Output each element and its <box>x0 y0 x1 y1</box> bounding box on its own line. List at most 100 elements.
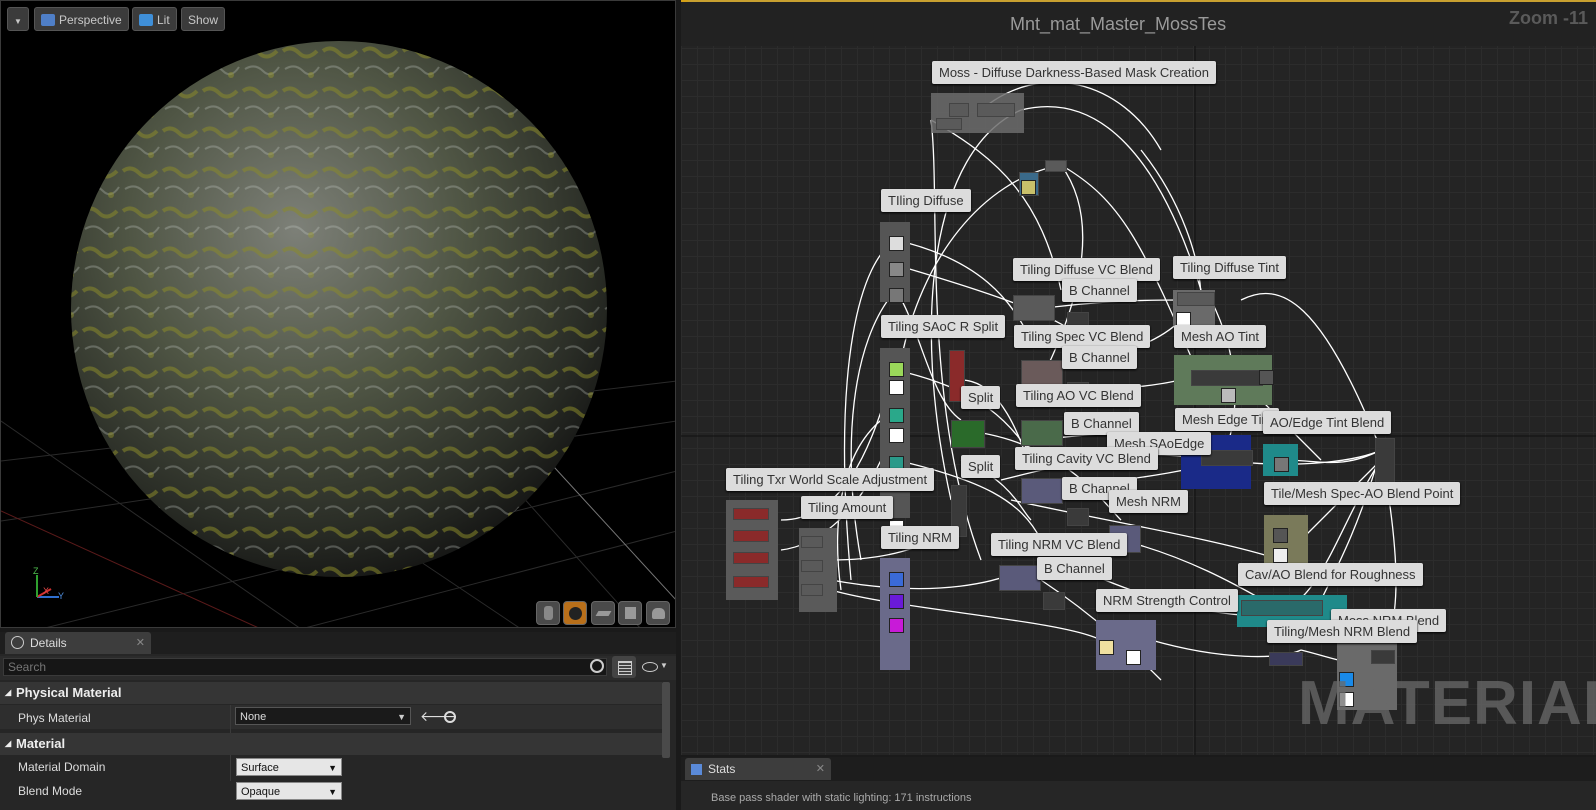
comment-tiling-nrm[interactable]: Tiling NRM <box>881 526 959 549</box>
lit-button[interactable]: Lit <box>132 7 177 31</box>
graph-node[interactable] <box>999 565 1041 591</box>
graph-node[interactable] <box>1371 650 1395 664</box>
graph-node[interactable] <box>1043 592 1065 610</box>
close-icon[interactable]: ✕ <box>136 632 145 654</box>
stats-panel: Stats ✕ Base pass shader with static lig… <box>681 757 1596 810</box>
chevron-down-icon: ▼ <box>14 17 22 26</box>
stats-body: Base pass shader with static lighting: 1… <box>681 781 1596 810</box>
graph-node[interactable] <box>733 576 769 588</box>
texture-thumbnail <box>1099 640 1114 655</box>
comment-tiling-diffuse[interactable]: TIling Diffuse <box>881 189 971 212</box>
graph-node[interactable] <box>1021 420 1063 446</box>
plane-preview-button[interactable] <box>591 601 615 625</box>
graph-node[interactable] <box>1021 360 1063 386</box>
comment-b-channel[interactable]: B Channel <box>1062 346 1137 369</box>
stats-icon <box>691 764 702 775</box>
graph-node[interactable] <box>801 584 823 596</box>
comment-tiling-cavity-vc-blend[interactable]: Tiling Cavity VC Blend <box>1015 447 1158 470</box>
comment-b-channel[interactable]: B Channel <box>1062 279 1137 302</box>
comment-tiling-spec-vc-blend[interactable]: Tiling Spec VC Blend <box>1014 325 1151 348</box>
comment-tiling-saoc-r-split[interactable]: Tiling SAoC R Split <box>881 315 1006 338</box>
cylinder-preview-button[interactable] <box>536 601 560 625</box>
comment-tiling-diffuse-tint[interactable]: Tiling Diffuse Tint <box>1173 256 1286 279</box>
details-search-input[interactable] <box>3 658 607 676</box>
comment-tiling-mesh-nrm-blend[interactable]: Tiling/Mesh NRM Blend <box>1267 620 1418 643</box>
graph-node[interactable] <box>1191 370 1263 386</box>
close-icon[interactable]: ✕ <box>816 758 825 780</box>
texture-thumbnail <box>1021 180 1036 195</box>
comment-mesh-ao-tint[interactable]: Mesh AO Tint <box>1174 325 1267 348</box>
graph-node[interactable] <box>1269 652 1303 666</box>
comment-b-channel[interactable]: B Channel <box>1037 557 1112 580</box>
teapot-icon <box>652 608 665 619</box>
browse-search-icon[interactable] <box>444 711 456 723</box>
graph-node[interactable] <box>1021 478 1063 504</box>
cube-preview-button[interactable] <box>618 601 642 625</box>
graph-node[interactable] <box>936 118 962 130</box>
phys-material-dropdown[interactable]: None ▼ <box>235 707 411 725</box>
axis-x-label: X <box>43 586 50 596</box>
view-options-button[interactable] <box>612 656 636 678</box>
comment-split[interactable]: Split <box>961 386 1001 409</box>
graph-node[interactable] <box>1067 508 1089 526</box>
lit-label: Lit <box>157 13 170 27</box>
comment-tiling-ao-vc-blend[interactable]: Tiling AO VC Blend <box>1016 384 1141 407</box>
show-label: Show <box>188 13 219 27</box>
stats-tab[interactable]: Stats ✕ <box>685 758 831 780</box>
blend-mode-dropdown[interactable]: Opaque ▼ <box>236 782 342 800</box>
comment-moss-mask[interactable]: Moss - Diffuse Darkness-Based Mask Creat… <box>932 61 1216 84</box>
graph-node[interactable] <box>1177 292 1215 306</box>
details-icon <box>11 636 24 649</box>
graph-node[interactable] <box>801 536 823 548</box>
texture-thumbnail <box>1126 650 1141 665</box>
comment-tiling-diffuse-vc-blend[interactable]: Tiling Diffuse VC Blend <box>1013 258 1160 281</box>
comment-split[interactable]: Split <box>961 455 1001 478</box>
material-domain-dropdown[interactable]: Surface ▼ <box>236 758 342 776</box>
graph-node[interactable] <box>1013 295 1055 321</box>
graph-node[interactable] <box>733 552 769 564</box>
graph-node[interactable] <box>949 103 969 117</box>
texture-thumbnail <box>889 362 904 377</box>
collapse-arrow-icon: ◢ <box>5 688 12 697</box>
preview-scene <box>1 41 675 627</box>
section-material[interactable]: ◢ Material <box>0 733 662 755</box>
graph-node[interactable] <box>1241 600 1323 616</box>
comment-cav-ao-blend-roughness[interactable]: Cav/AO Blend for Roughness <box>1238 563 1423 586</box>
material-preview-viewport[interactable]: Z X Y ▼ Perspective Lit Show <box>0 0 676 628</box>
details-tab[interactable]: Details ✕ <box>5 632 151 654</box>
comment-tiling-nrm-vc-blend[interactable]: Tiling NRM VC Blend <box>991 533 1128 556</box>
details-panel: Details ✕ ▼ ◢ Physical Material Phys Mate… <box>0 632 676 810</box>
graph-node[interactable] <box>733 508 769 520</box>
grid-icon <box>618 661 632 675</box>
mesh-preview-button[interactable] <box>646 601 670 625</box>
graph-node[interactable] <box>951 420 985 448</box>
blend-mode-label: Blend Mode <box>18 784 83 798</box>
blend-mode-value: Opaque <box>241 786 281 798</box>
texture-thumbnail <box>889 380 904 395</box>
comment-tile-mesh-spec-ao[interactable]: Tile/Mesh Spec-AO Blend Point <box>1264 482 1461 505</box>
comment-nrm-strength-control[interactable]: NRM Strength Control <box>1096 589 1238 612</box>
viewport-menu-button[interactable]: ▼ <box>7 7 29 31</box>
comment-mesh-nrm[interactable]: Mesh NRM <box>1109 490 1189 513</box>
graph-node[interactable] <box>977 103 1015 117</box>
graph-node[interactable] <box>801 560 823 572</box>
texture-thumbnail <box>1259 370 1274 385</box>
details-tab-label: Details <box>30 636 67 650</box>
sphere-preview-button[interactable] <box>563 601 587 625</box>
texture-thumbnail <box>1273 548 1288 563</box>
search-icon[interactable] <box>590 659 604 673</box>
comment-tiling-amount[interactable]: Tiling Amount <box>801 496 894 519</box>
graph-node[interactable] <box>733 530 769 542</box>
section-physical-material[interactable]: ◢ Physical Material <box>0 682 662 704</box>
comment-ao-edge-tint-blend[interactable]: AO/Edge Tint Blend <box>1263 411 1392 434</box>
show-button[interactable]: Show <box>181 7 226 31</box>
details-scrollbar[interactable] <box>662 682 670 758</box>
visibility-dropdown[interactable]: ▼ <box>640 658 670 676</box>
graph-node[interactable] <box>1045 160 1067 172</box>
perspective-button[interactable]: Perspective <box>34 7 129 31</box>
comment-tiling-txr-world-scale[interactable]: Tiling Txr World Scale Adjustment <box>726 468 935 491</box>
perspective-label: Perspective <box>59 13 122 27</box>
material-domain-label: Material Domain <box>18 760 106 774</box>
material-graph-editor[interactable]: Mnt_mat_Master_MossTes Zoom -11 Moss - D… <box>681 0 1596 755</box>
texture-thumbnail <box>889 408 904 423</box>
